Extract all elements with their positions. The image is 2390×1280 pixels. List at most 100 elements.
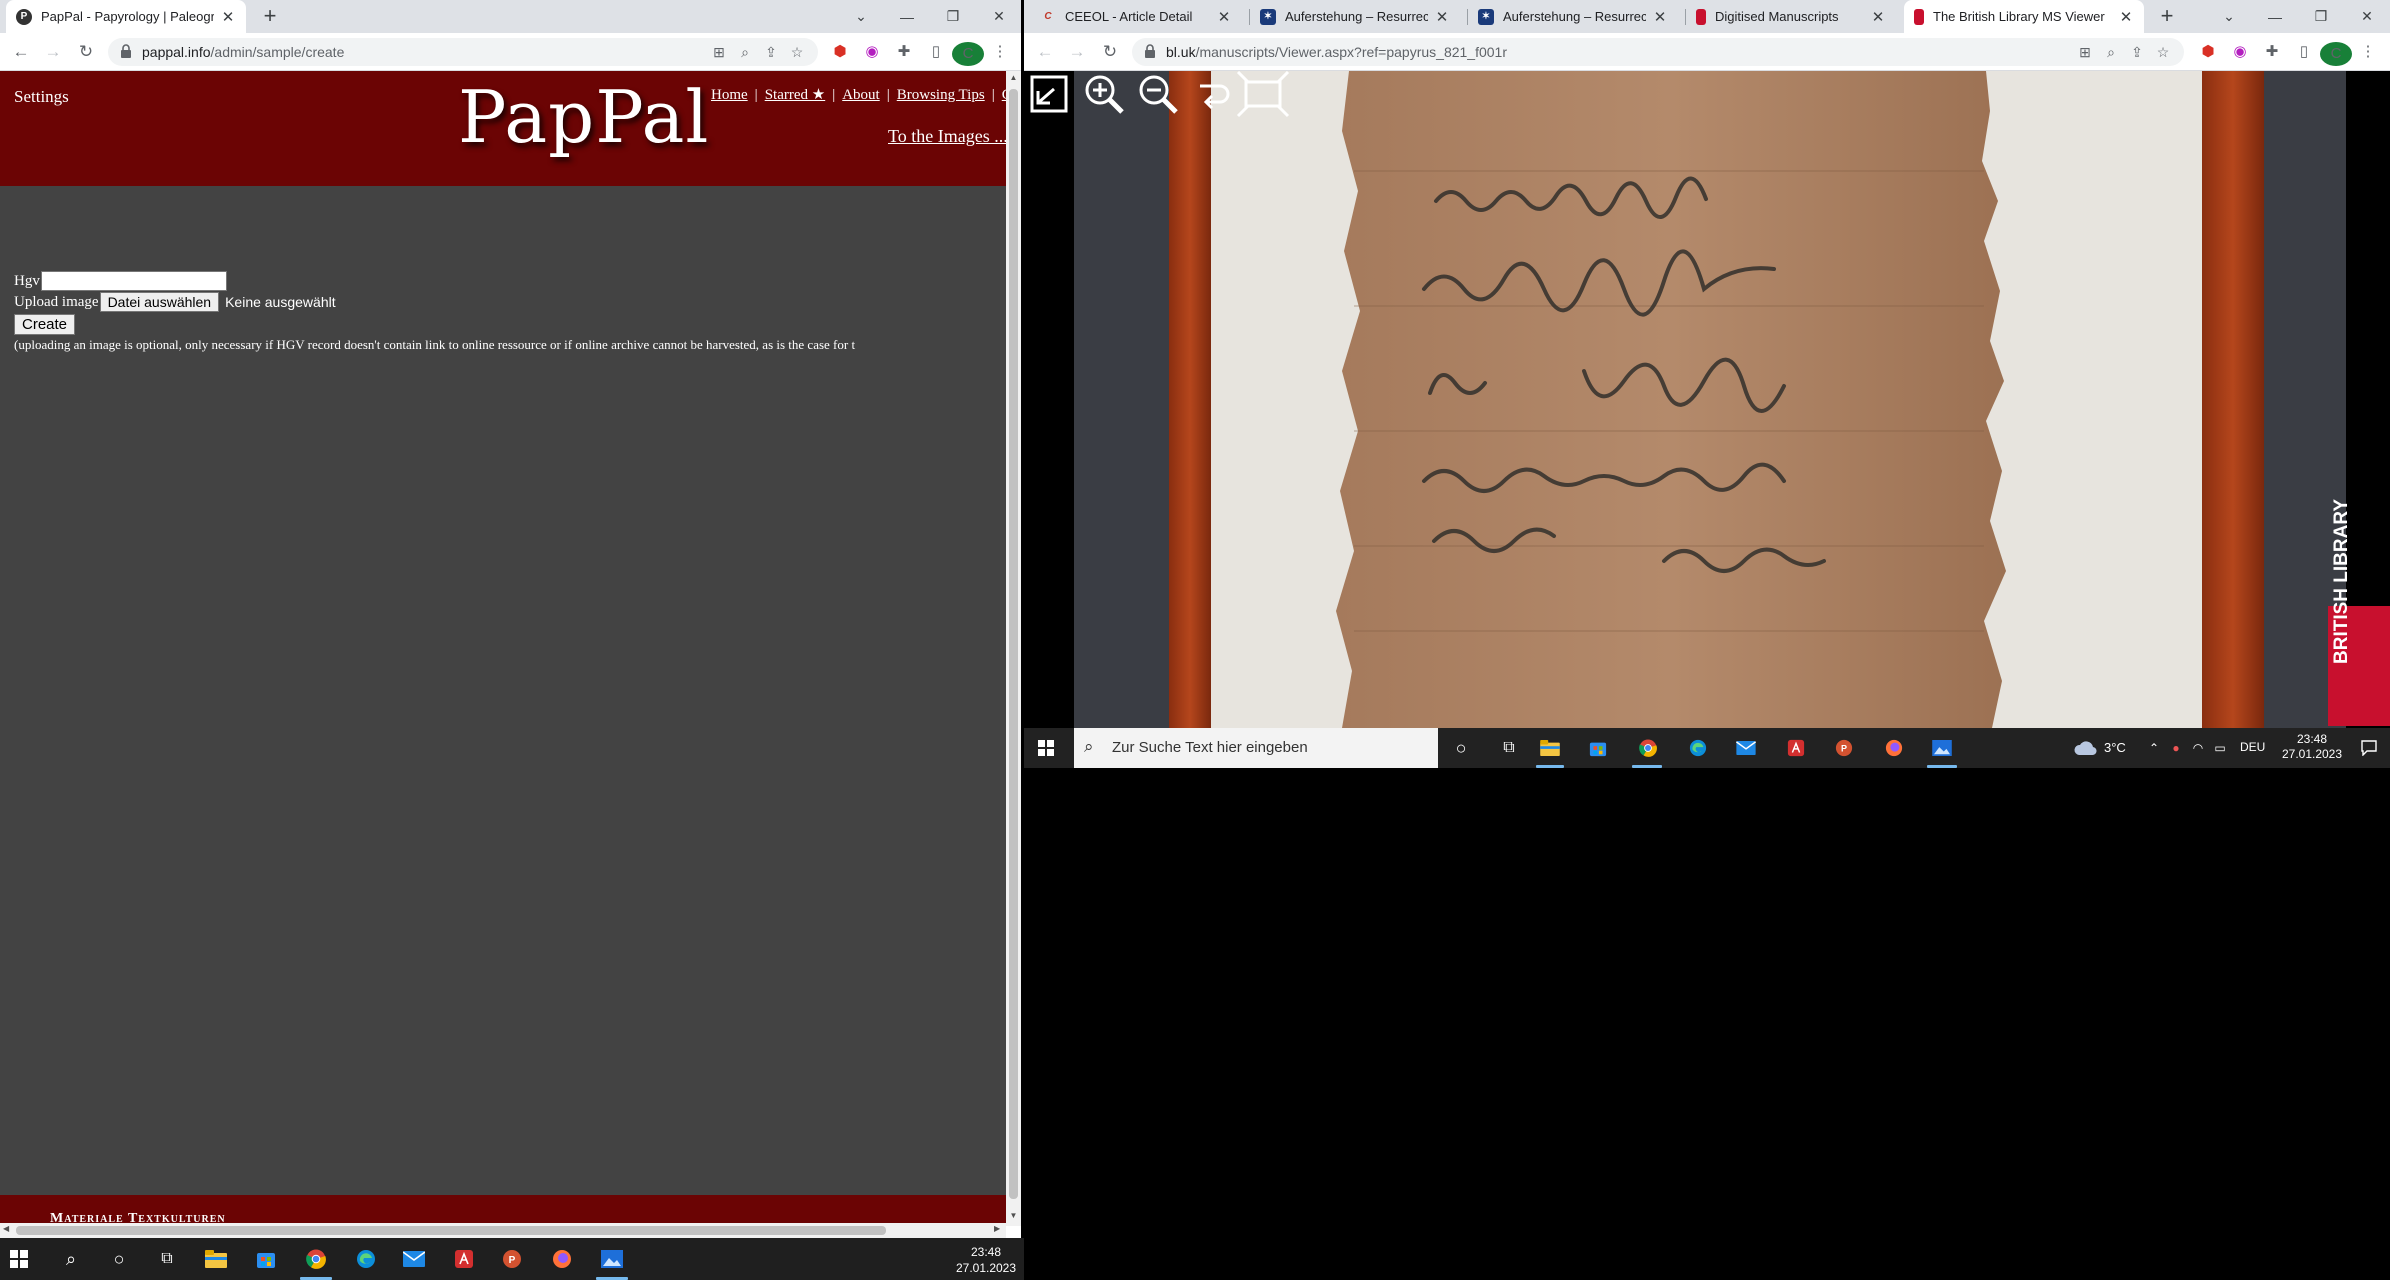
forward-icon[interactable]: → [1066,42,1088,64]
scroll-left-icon[interactable]: ◀ [3,1224,9,1233]
reload-icon[interactable]: ↻ [75,42,97,64]
menu-icon[interactable]: ⋮ [984,40,1016,64]
tab-auferstehung-2[interactable]: ✶ Auferstehung – Resurrection ✕ [1468,0,1678,33]
forward-icon[interactable]: → [42,42,64,64]
extension-lens-icon[interactable]: ◉ [856,40,888,64]
zoom-icon[interactable]: ⌕ [732,42,758,62]
wifi-icon[interactable]: ◠ [2190,739,2206,757]
translate-icon[interactable]: ⊞ [706,42,732,62]
scroll-down-icon[interactable]: ▼ [1006,1211,1021,1220]
share-icon[interactable]: ⇪ [758,42,784,62]
scroll-right-icon[interactable]: ▶ [994,1224,1000,1233]
mail-icon[interactable] [1734,740,1758,756]
exit-icon[interactable] [1028,73,1070,115]
weather-icon[interactable] [2072,738,2098,758]
tab-ceeol[interactable]: C CEEOL - Article Detail ✕ [1030,0,1242,33]
cortana-icon[interactable]: ○ [106,1246,132,1272]
chrome-icon[interactable] [304,1248,328,1270]
choose-file-button[interactable]: Datei auswählen [99,292,220,312]
close-tab-icon[interactable]: ✕ [2118,8,2134,26]
photos-icon[interactable] [1930,738,1954,758]
bookmark-star-icon[interactable]: ☆ [2150,42,2176,62]
left-clock[interactable]: 23:48 27.01.2023 [952,1244,1020,1276]
side-panel-icon[interactable]: ▯ [920,40,952,64]
start-icon[interactable] [8,1248,30,1270]
nav-starred[interactable]: Starred ★ [765,87,826,103]
acrobat-icon[interactable] [452,1248,476,1270]
settings-link[interactable]: Settings [14,87,69,107]
vertical-scrollbar[interactable]: ▲ ▼ [1006,71,1021,1226]
right-address-bar[interactable]: bl.uk/manuscripts/Viewer.aspx?ref=papyru… [1132,38,2184,66]
extension-shield-icon[interactable]: ⬢ [824,40,856,64]
british-library-badge[interactable]: BRITISH LIBRARY [2328,499,2390,726]
zoom-icon[interactable]: ⌕ [2098,42,2124,62]
tab-bl-viewer[interactable]: The British Library MS Viewer ✕ [1904,0,2144,33]
powerpoint-icon[interactable]: P [1832,738,1856,758]
close-tab-icon[interactable]: ✕ [1870,8,1886,26]
extension-shield-icon[interactable]: ⬢ [2192,40,2224,64]
fullscreen-icon[interactable] [1236,71,1290,118]
side-panel-icon[interactable]: ▯ [2288,40,2320,64]
powerpoint-icon[interactable]: P [500,1248,524,1270]
close-window-icon[interactable]: ✕ [2344,8,2390,25]
minimize-icon[interactable]: — [2252,9,2298,25]
file-explorer-icon[interactable] [1538,738,1562,758]
manuscript-viewer[interactable] [1024,71,2390,728]
close-tab-icon[interactable]: ✕ [220,8,236,26]
zoom-out-icon[interactable] [1136,72,1180,116]
taskbar-search-box[interactable]: ⌕ Zur Suche Text hier eingeben [1074,728,1438,768]
new-tab-button[interactable]: + [2154,4,2180,30]
back-icon[interactable]: ← [10,42,32,64]
extensions-puzzle-icon[interactable]: ✚ [888,40,920,64]
firefox-icon[interactable] [1882,738,1906,758]
profile-avatar[interactable]: C [2320,40,2352,66]
store-icon[interactable] [254,1248,278,1270]
vertical-scroll-thumb[interactable] [1009,89,1018,1199]
extension-lens-icon[interactable]: ◉ [2224,40,2256,64]
extensions-puzzle-icon[interactable]: ✚ [2256,40,2288,64]
temperature[interactable]: 3°C [2104,740,2126,755]
chrome-icon[interactable] [1636,738,1660,758]
new-tab-button[interactable]: + [257,4,283,30]
tab-pappal[interactable]: P PapPal - Papyrology | Paleograph ✕ [6,0,246,33]
menu-icon[interactable]: ⋮ [2352,40,2384,64]
tab-search-icon[interactable]: ⌄ [838,8,884,25]
horizontal-scrollbar[interactable]: ◀ ▶ [0,1223,1006,1238]
reload-icon[interactable]: ↻ [1099,42,1121,64]
battery-icon[interactable]: ▭ [2212,739,2228,757]
close-tab-icon[interactable]: ✕ [1216,8,1232,26]
tab-auferstehung-1[interactable]: ✶ Auferstehung – Resurrection ✕ [1250,0,1460,33]
edge-icon[interactable] [354,1248,378,1270]
scroll-up-icon[interactable]: ▲ [1006,73,1021,82]
search-icon[interactable]: ⌕ [58,1246,84,1272]
to-images-link[interactable]: To the Images ... [888,126,1006,147]
zoom-in-icon[interactable] [1082,72,1126,116]
firefox-icon[interactable] [550,1248,574,1270]
right-clock[interactable]: 23:48 27.01.2023 [2274,732,2350,762]
nav-home[interactable]: Home [711,87,748,103]
store-icon[interactable] [1586,738,1610,758]
cortana-icon[interactable]: ○ [1448,736,1474,760]
bookmark-star-icon[interactable]: ☆ [784,42,810,62]
close-tab-icon[interactable]: ✕ [1652,8,1668,26]
pappal-logo[interactable]: PapPal [458,75,709,159]
tab-search-icon[interactable]: ⌄ [2206,8,2252,25]
share-icon[interactable]: ⇪ [2124,42,2150,62]
translate-icon[interactable]: ⊞ [2072,42,2098,62]
minimize-icon[interactable]: — [884,9,930,25]
close-window-icon[interactable]: ✕ [976,8,1021,25]
photos-icon[interactable] [600,1248,624,1270]
start-icon[interactable] [1036,738,1056,758]
horizontal-scroll-thumb[interactable] [16,1226,886,1235]
restore-icon[interactable]: ❐ [2298,8,2344,25]
language-indicator[interactable]: DEU [2240,740,2265,754]
create-button[interactable]: Create [14,314,76,335]
hgv-input[interactable] [40,271,227,291]
task-view-icon[interactable]: ⧉ [154,1246,180,1272]
profile-avatar[interactable]: C [952,40,984,66]
rotate-icon[interactable] [1190,72,1234,116]
nav-about[interactable]: About [842,87,880,103]
notifications-icon[interactable] [2358,738,2380,758]
nav-browsing-tips[interactable]: Browsing Tips [897,87,985,103]
papyrus-image[interactable] [1024,71,2390,728]
